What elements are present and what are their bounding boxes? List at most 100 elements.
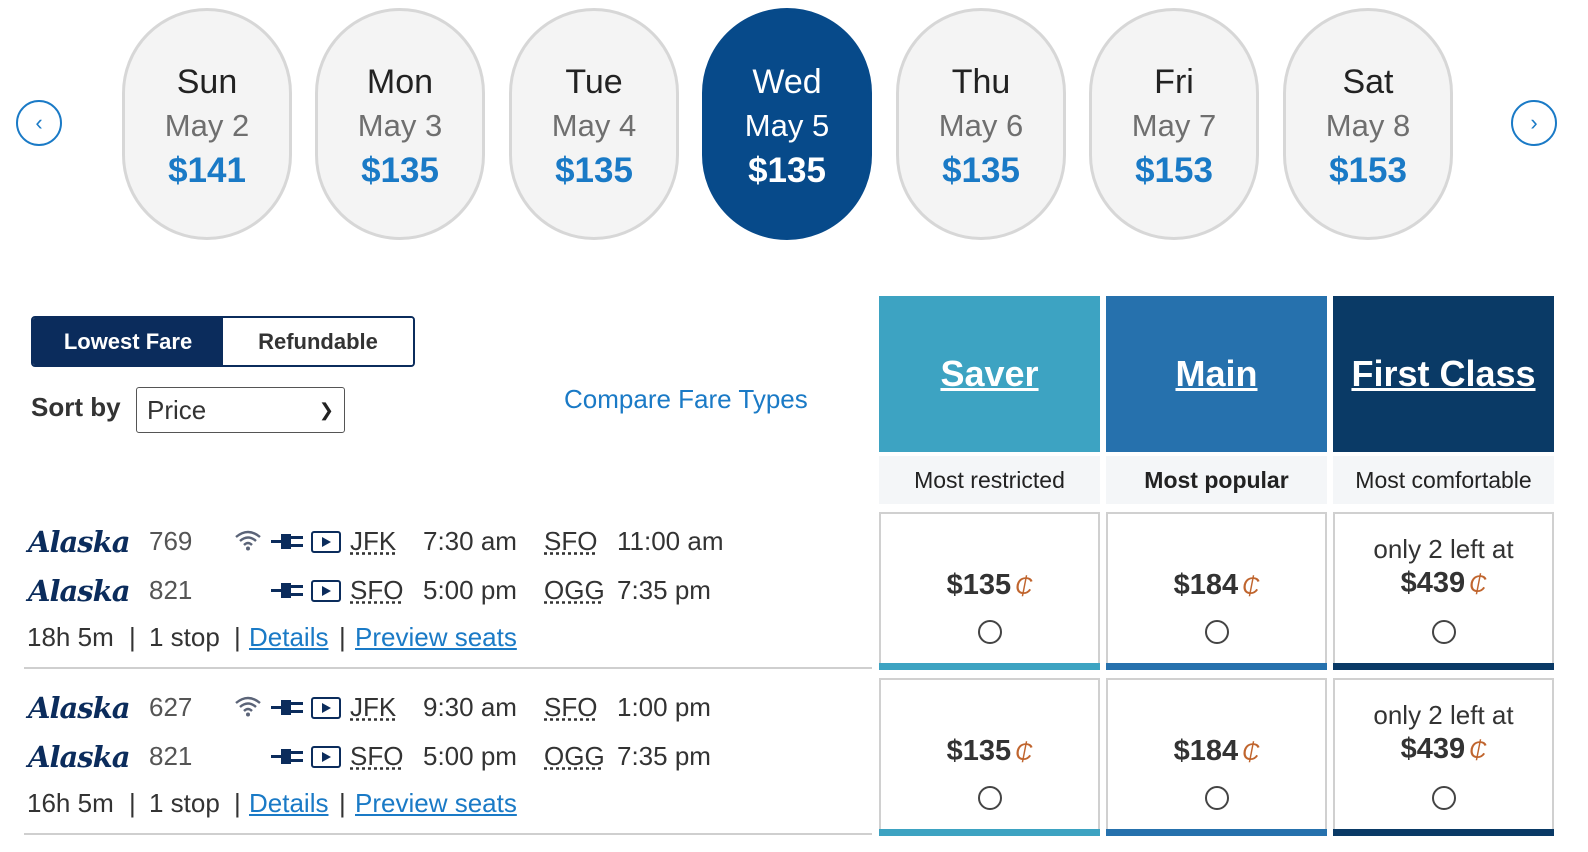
flight-duration: 18h 5m xyxy=(27,622,114,652)
destination-airport[interactable]: SFO xyxy=(544,526,597,557)
date-option-price: $135 xyxy=(942,151,1020,190)
refundable-toggle-button[interactable]: Refundable xyxy=(223,318,413,365)
fare-color-bar xyxy=(879,663,1100,670)
row-divider xyxy=(24,833,872,835)
separator: | xyxy=(234,622,241,652)
flight-number: 821 xyxy=(149,741,193,771)
fare-price-value: $135 xyxy=(946,569,1012,601)
details-link[interactable]: Details xyxy=(249,788,328,819)
date-option-date: May 8 xyxy=(1325,108,1411,143)
destination-airport[interactable]: OGG xyxy=(544,741,605,772)
origin-airport[interactable]: JFK xyxy=(350,526,396,557)
fare-radio-button[interactable] xyxy=(977,786,1002,810)
lowest-fare-toggle-button[interactable]: Lowest Fare xyxy=(33,318,223,365)
fare-header-saver[interactable]: Saver xyxy=(879,296,1100,452)
fare-radio-button[interactable] xyxy=(1204,620,1229,644)
mileage-plan-icon: ₵ xyxy=(1015,739,1033,766)
fare-price: $184 ₵ xyxy=(1108,735,1325,768)
fare-radio-button[interactable] xyxy=(1204,786,1229,810)
fare-radio-button[interactable] xyxy=(1431,786,1456,810)
flight-duration: 16h 5m xyxy=(27,788,114,818)
date-option-price: $135 xyxy=(748,151,826,190)
separator: | xyxy=(339,788,346,818)
fare-option-main[interactable]: $184 ₵ xyxy=(1106,512,1327,670)
date-option-fri[interactable]: Fri May 7 $153 xyxy=(1089,8,1259,240)
fare-price-value: $439 xyxy=(1400,733,1466,765)
seats-left-note: only 2 left at xyxy=(1373,534,1514,564)
date-option-sun[interactable]: Sun May 2 $141 xyxy=(122,8,292,240)
sort-by-select[interactable]: Price ❯ xyxy=(136,387,345,433)
arrival-time: 7:35 pm xyxy=(617,575,711,605)
destination-airport[interactable]: SFO xyxy=(544,692,597,723)
chevron-right-icon: › xyxy=(1530,110,1538,135)
date-option-date: May 6 xyxy=(938,108,1024,143)
alaska-logo: Alaska xyxy=(28,574,131,608)
fare-subtitle-first-class: Most comfortable xyxy=(1333,456,1554,504)
departure-time: 7:30 am xyxy=(423,526,517,556)
fare-price: $135 ₵ xyxy=(881,569,1098,602)
fare-option-first-class[interactable]: only 2 left at $439 ₵ xyxy=(1333,678,1554,836)
fare-price: $439 ₵ xyxy=(1335,567,1552,600)
arrival-time: 1:00 pm xyxy=(617,692,711,722)
preview-seats-link[interactable]: Preview seats xyxy=(355,788,517,819)
fare-option-main[interactable]: $184 ₵ xyxy=(1106,678,1327,836)
power-plug-icon xyxy=(271,530,305,558)
row-divider xyxy=(24,667,872,669)
flight-number: 769 xyxy=(149,526,193,556)
date-option-day: Sat xyxy=(1342,63,1394,101)
date-option-price: $153 xyxy=(1135,151,1213,190)
date-option-date: May 2 xyxy=(164,108,250,143)
previous-dates-button[interactable]: ‹ xyxy=(16,100,62,146)
mileage-plan-icon: ₵ xyxy=(1242,739,1260,766)
fare-header-main[interactable]: Main xyxy=(1106,296,1327,452)
date-option-mon[interactable]: Mon May 3 $135 xyxy=(315,8,485,240)
departure-time: 5:00 pm xyxy=(423,575,517,605)
fare-color-bar xyxy=(1106,829,1327,836)
flight-number: 627 xyxy=(149,692,193,722)
origin-airport[interactable]: SFO xyxy=(350,575,403,606)
date-option-price: $153 xyxy=(1329,151,1407,190)
power-plug-icon xyxy=(271,579,305,607)
destination-airport[interactable]: OGG xyxy=(544,575,605,606)
date-option-day: Mon xyxy=(366,63,434,101)
power-plug-icon xyxy=(271,745,305,773)
compare-fare-types-link[interactable]: Compare Fare Types xyxy=(564,384,808,415)
fare-color-bar xyxy=(879,829,1100,836)
preview-seats-link[interactable]: Preview seats xyxy=(355,622,517,653)
separator: | xyxy=(234,788,241,818)
arrival-time: 7:35 pm xyxy=(617,741,711,771)
date-option-sat[interactable]: Sat May 8 $153 xyxy=(1283,8,1453,240)
fare-option-saver[interactable]: $135 ₵ xyxy=(879,678,1100,836)
alaska-logo: Alaska xyxy=(28,691,131,725)
date-option-wed[interactable]: Wed May 5 $135 xyxy=(702,8,872,240)
video-play-icon xyxy=(311,531,341,553)
date-option-date: May 7 xyxy=(1131,108,1217,143)
seats-left-note: only 2 left at xyxy=(1373,700,1514,730)
date-option-day: Sun xyxy=(176,63,238,101)
wifi-icon xyxy=(234,529,262,557)
fare-option-saver[interactable]: $135 ₵ xyxy=(879,512,1100,670)
fare-header-first-class[interactable]: First Class xyxy=(1333,296,1554,452)
fare-color-bar xyxy=(1106,663,1327,670)
date-option-date: May 3 xyxy=(357,108,443,143)
fare-color-bar xyxy=(1333,663,1554,670)
date-option-tue[interactable]: Tue May 4 $135 xyxy=(509,8,679,240)
fare-radio-button[interactable] xyxy=(977,620,1002,644)
origin-airport[interactable]: JFK xyxy=(350,692,396,723)
fare-option-first-class[interactable]: only 2 left at $439 ₵ xyxy=(1333,512,1554,670)
separator: | xyxy=(129,622,136,652)
origin-airport[interactable]: SFO xyxy=(350,741,403,772)
mileage-plan-icon: ₵ xyxy=(1469,737,1487,764)
details-link[interactable]: Details xyxy=(249,622,328,653)
date-option-thu[interactable]: Thu May 6 $135 xyxy=(896,8,1066,240)
fare-price: $135 ₵ xyxy=(881,735,1098,768)
alaska-logo: Alaska xyxy=(28,740,131,774)
fare-price-value: $184 xyxy=(1173,735,1239,767)
fare-radio-button[interactable] xyxy=(1431,620,1456,644)
next-dates-button[interactable]: › xyxy=(1511,100,1557,146)
date-option-day: Wed xyxy=(752,63,822,101)
date-option-price: $141 xyxy=(168,151,246,190)
date-option-day: Fri xyxy=(1154,63,1194,101)
flight-stops: 1 stop xyxy=(149,622,220,652)
separator: | xyxy=(339,622,346,652)
